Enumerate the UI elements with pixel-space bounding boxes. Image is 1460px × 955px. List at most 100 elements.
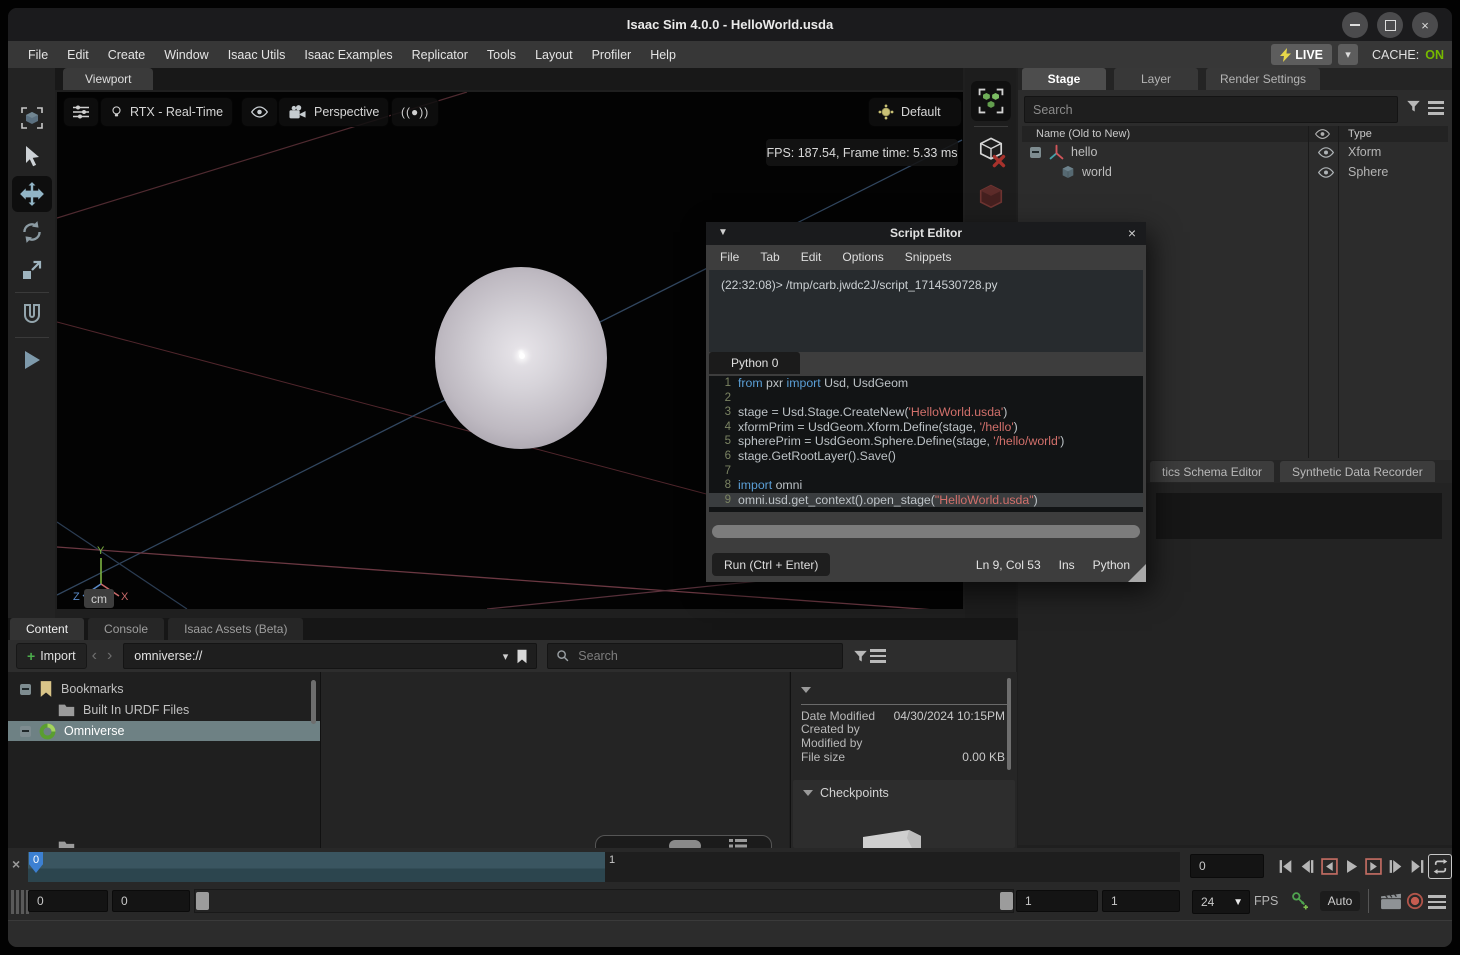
tab-synthetic-data-recorder[interactable]: Synthetic Data Recorder: [1280, 461, 1435, 482]
expander-icon[interactable]: [20, 726, 31, 737]
header-eye-icon[interactable]: [1315, 129, 1330, 139]
timeline-options-button[interactable]: [1428, 895, 1446, 909]
details-scrollbar[interactable]: [1007, 678, 1011, 770]
tab-python-0[interactable]: Python 0: [709, 352, 800, 374]
checkpoints-header[interactable]: Checkpoints: [793, 780, 1015, 800]
menu-window[interactable]: Window: [164, 48, 208, 62]
code-line[interactable]: 7: [709, 464, 1143, 479]
maximize-button[interactable]: [1377, 12, 1403, 38]
lighting-button[interactable]: Default: [868, 97, 962, 127]
list-item-partial[interactable]: [8, 837, 320, 848]
code-hscrollbar[interactable]: [712, 525, 1140, 538]
expander-icon[interactable]: [20, 684, 31, 695]
stage-options-button[interactable]: [1428, 101, 1444, 115]
timeline-close-icon[interactable]: ×: [12, 856, 20, 872]
play-button[interactable]: [1340, 853, 1362, 879]
nav-back-button[interactable]: ‹: [92, 647, 97, 665]
live-sync-button[interactable]: LIVE: [1271, 44, 1332, 65]
tool-selection-mode-button[interactable]: [12, 100, 52, 136]
menu-help[interactable]: Help: [650, 48, 676, 62]
tab-tics-schema-editor[interactable]: tics Schema Editor: [1150, 461, 1274, 482]
close-button[interactable]: ×: [1412, 12, 1438, 38]
next-frame-button[interactable]: [1384, 853, 1406, 879]
menu-profiler[interactable]: Profiler: [592, 48, 632, 62]
menu-replicator[interactable]: Replicator: [412, 48, 468, 62]
table-row[interactable]: worldSphere: [1022, 162, 1448, 182]
skip-start-button[interactable]: [1274, 853, 1296, 879]
record-button[interactable]: [1406, 892, 1424, 910]
code-line[interactable]: 1from pxr import Usd, UsdGeom: [709, 376, 1143, 391]
table-row[interactable]: helloXform: [1022, 142, 1448, 162]
editor-menu-snippets[interactable]: Snippets: [905, 250, 952, 264]
current-frame-field[interactable]: [1190, 854, 1264, 878]
menu-edit[interactable]: Edit: [67, 48, 89, 62]
live-dropdown[interactable]: ▾: [1338, 44, 1358, 65]
timeline-ruler[interactable]: 0 1: [28, 852, 1180, 882]
loop-button[interactable]: [1428, 854, 1452, 879]
list-item-bookmarks[interactable]: Bookmarks: [8, 679, 320, 699]
resize-grip[interactable]: [1128, 564, 1146, 582]
viewport-settings-button[interactable]: [63, 97, 99, 127]
tab-console[interactable]: Console: [88, 618, 164, 640]
stage-search-input[interactable]: [1025, 103, 1397, 117]
sphere-object[interactable]: [435, 267, 607, 449]
editor-menu-file[interactable]: File: [720, 250, 739, 264]
content-search-input[interactable]: [576, 648, 842, 664]
path-input[interactable]: [124, 649, 502, 663]
close-icon[interactable]: ×: [1128, 225, 1136, 241]
tab-stage[interactable]: Stage: [1022, 68, 1106, 90]
tool-select-cursor-button[interactable]: [12, 138, 52, 174]
range-start-field-2[interactable]: [112, 890, 190, 912]
minimize-button[interactable]: [1342, 12, 1368, 38]
range-start-field[interactable]: [28, 890, 108, 912]
capture-button[interactable]: [1380, 891, 1402, 910]
scroll-handle-right[interactable]: [1000, 892, 1013, 910]
range-end-field[interactable]: [1016, 890, 1098, 912]
tab-layer[interactable]: Layer: [1114, 68, 1198, 90]
menu-file[interactable]: File: [28, 48, 48, 62]
code-line[interactable]: 3stage = Usd.Stage.CreateNew('HelloWorld…: [709, 405, 1143, 420]
visibility-eye-icon[interactable]: [1318, 167, 1334, 178]
side-tool-cube-delete-button[interactable]: [971, 132, 1011, 172]
nav-forward-button[interactable]: ›: [107, 647, 112, 665]
tab-content[interactable]: Content: [10, 618, 84, 640]
auto-key-button[interactable]: Auto: [1320, 891, 1360, 911]
code-line[interactable]: 2: [709, 391, 1143, 406]
tool-snap-magnet-button[interactable]: [12, 297, 52, 333]
code-editor[interactable]: 1from pxr import Usd, UsdGeom23stage = U…: [709, 376, 1143, 512]
files-area[interactable]: [321, 672, 789, 848]
tool-move-button[interactable]: [12, 176, 52, 212]
play-reverse-frame-button[interactable]: [1318, 853, 1340, 879]
bookmark-icon[interactable]: [516, 649, 528, 664]
prev-frame-button[interactable]: [1296, 853, 1318, 879]
fps-select[interactable]: 24 ▼: [1192, 890, 1250, 914]
editor-menu-options[interactable]: Options: [842, 250, 883, 264]
titlebar[interactable]: Isaac Sim 4.0.0 - HelloWorld.usda ×: [8, 8, 1452, 41]
tab-isaac-assets-beta-[interactable]: Isaac Assets (Beta): [168, 618, 303, 640]
visibility-button[interactable]: [241, 97, 278, 127]
tool-play-button[interactable]: [12, 342, 52, 378]
editor-menu-tab[interactable]: Tab: [760, 250, 779, 264]
list-item-built-in-urdf-files[interactable]: Built In URDF Files: [8, 700, 320, 720]
import-button[interactable]: + Import: [16, 643, 87, 669]
scroll-handle-left[interactable]: [196, 892, 209, 910]
timeline-scrollbar[interactable]: [194, 889, 1014, 913]
menu-create[interactable]: Create: [108, 48, 146, 62]
collapse-icon[interactable]: [801, 687, 811, 693]
range-end-field-2[interactable]: [1102, 890, 1180, 912]
tool-scale-button[interactable]: [12, 252, 52, 288]
tree-scrollbar[interactable]: [311, 680, 316, 724]
code-line[interactable]: 6stage.GetRootLayer().Save(): [709, 449, 1143, 464]
menu-isaac-examples[interactable]: Isaac Examples: [304, 48, 392, 62]
editor-menu-edit[interactable]: Edit: [801, 250, 822, 264]
keyframe-button[interactable]: [1290, 890, 1308, 910]
expander-icon[interactable]: [1030, 147, 1041, 158]
camera-button[interactable]: Perspective: [278, 97, 389, 127]
path-dropdown-icon[interactable]: ▾: [503, 650, 509, 663]
visibility-eye-icon[interactable]: [1318, 147, 1334, 158]
timeline-grip[interactable]: [11, 890, 29, 914]
tab-viewport[interactable]: Viewport: [63, 68, 153, 90]
menu-isaac-utils[interactable]: Isaac Utils: [228, 48, 286, 62]
side-tool-group-select-cubes-button[interactable]: [971, 81, 1011, 121]
skip-end-button[interactable]: [1406, 853, 1428, 879]
